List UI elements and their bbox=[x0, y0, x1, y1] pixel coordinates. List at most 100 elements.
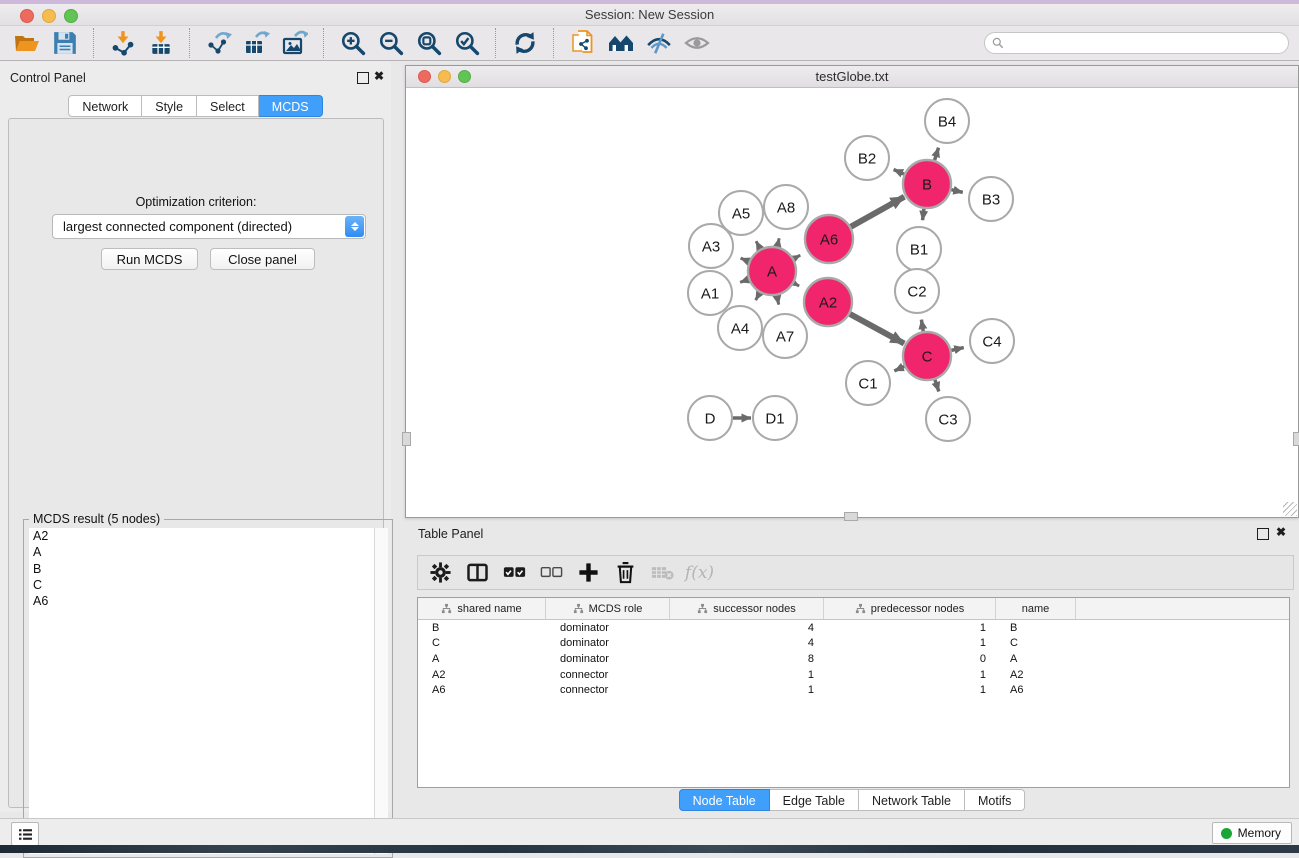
graph-node-B1[interactable]: B1 bbox=[897, 227, 941, 271]
column-header-predecessor-nodes[interactable]: predecessor nodes bbox=[824, 598, 996, 619]
edge-C-C2[interactable] bbox=[921, 320, 923, 332]
tab-node-table[interactable]: Node Table bbox=[679, 789, 770, 811]
cell-MCDS-role[interactable]: connector bbox=[546, 669, 670, 681]
cell-successor-nodes[interactable]: 4 bbox=[670, 637, 824, 649]
home-button[interactable] bbox=[602, 28, 640, 58]
optimization-select[interactable]: largest connected component (directed) bbox=[52, 214, 366, 239]
result-list-item[interactable]: A bbox=[29, 544, 388, 560]
cell-predecessor-nodes[interactable]: 0 bbox=[824, 653, 996, 665]
refresh-button[interactable] bbox=[506, 28, 544, 58]
graph-node-B2[interactable]: B2 bbox=[845, 136, 889, 180]
column-header-MCDS-role[interactable]: MCDS role bbox=[546, 598, 670, 619]
table-row[interactable]: Bdominator41B bbox=[418, 620, 1289, 636]
column-header-name[interactable]: name bbox=[996, 598, 1076, 619]
edge-A-A1[interactable] bbox=[740, 279, 748, 282]
cell-successor-nodes[interactable]: 8 bbox=[670, 653, 824, 665]
cell-MCDS-role[interactable]: dominator bbox=[546, 637, 670, 649]
zoom-in-button[interactable] bbox=[334, 28, 372, 58]
column-header-shared-name[interactable]: shared name bbox=[418, 598, 546, 619]
export-image-button[interactable] bbox=[276, 28, 314, 58]
split-view-button[interactable] bbox=[459, 558, 496, 587]
graph-node-A3[interactable]: A3 bbox=[689, 224, 733, 268]
cell-shared-name[interactable]: C bbox=[418, 637, 546, 649]
graph-node-C1[interactable]: C1 bbox=[846, 361, 890, 405]
zoom-fit-button[interactable] bbox=[410, 28, 448, 58]
edge-A-A8[interactable] bbox=[777, 238, 779, 246]
cell-MCDS-role[interactable]: connector bbox=[546, 684, 670, 696]
tab-edge-table[interactable]: Edge Table bbox=[770, 789, 859, 811]
graph-node-C4[interactable]: C4 bbox=[970, 319, 1014, 363]
result-list-item[interactable]: A2 bbox=[29, 528, 388, 544]
cell-successor-nodes[interactable]: 4 bbox=[670, 622, 824, 634]
edge-B-B3[interactable] bbox=[951, 190, 962, 193]
edge-C-C4[interactable] bbox=[951, 348, 963, 351]
hide-graphics-button[interactable] bbox=[640, 28, 678, 58]
result-list-item[interactable]: B bbox=[29, 561, 388, 577]
tab-mcds[interactable]: MCDS bbox=[259, 95, 323, 117]
graph-node-B3[interactable]: B3 bbox=[969, 177, 1013, 221]
column-header-successor-nodes[interactable]: successor nodes bbox=[670, 598, 824, 619]
cell-MCDS-role[interactable]: dominator bbox=[546, 622, 670, 634]
cell-shared-name[interactable]: A bbox=[418, 653, 546, 665]
run-mcds-button[interactable]: Run MCDS bbox=[101, 248, 198, 270]
cell-predecessor-nodes[interactable]: 1 bbox=[824, 669, 996, 681]
eye-disabled-button[interactable] bbox=[678, 28, 716, 58]
network-file-button[interactable] bbox=[564, 28, 602, 58]
open-session-button[interactable] bbox=[8, 28, 46, 58]
graph-node-A8[interactable]: A8 bbox=[764, 185, 808, 229]
edge-A2-C[interactable] bbox=[850, 314, 904, 344]
graph-node-C2[interactable]: C2 bbox=[895, 269, 939, 313]
graph-node-C3[interactable]: C3 bbox=[926, 397, 970, 441]
tab-select[interactable]: Select bbox=[197, 95, 259, 117]
save-session-button[interactable] bbox=[46, 28, 84, 58]
resize-grip-icon[interactable] bbox=[1283, 502, 1297, 516]
cell-predecessor-nodes[interactable]: 1 bbox=[824, 637, 996, 649]
edge-A6-B[interactable] bbox=[851, 197, 905, 227]
deselect-all-button[interactable] bbox=[533, 558, 570, 587]
cell-MCDS-role[interactable]: dominator bbox=[546, 653, 670, 665]
graph-node-A4[interactable]: A4 bbox=[718, 306, 762, 350]
cell-predecessor-nodes[interactable]: 1 bbox=[824, 622, 996, 634]
graph-node-A2[interactable]: A2 bbox=[804, 278, 852, 326]
select-all-button[interactable] bbox=[496, 558, 533, 587]
import-network-button[interactable] bbox=[104, 28, 142, 58]
edge-A-A3[interactable] bbox=[741, 258, 749, 261]
import-table-button[interactable] bbox=[142, 28, 180, 58]
edge-A-A4[interactable] bbox=[756, 293, 760, 300]
table-row[interactable]: Cdominator41C bbox=[418, 636, 1289, 652]
cell-predecessor-nodes[interactable]: 1 bbox=[824, 684, 996, 696]
cell-shared-name[interactable]: A2 bbox=[418, 669, 546, 681]
edge-A-A2[interactable] bbox=[794, 283, 799, 286]
zoom-selected-button[interactable] bbox=[448, 28, 486, 58]
edge-A-A7[interactable] bbox=[777, 296, 779, 305]
graph-canvas[interactable]: A5A8A3A1A4A7AA6A2B2B4BB3B1C2CC4C1C3DD1 bbox=[406, 87, 1296, 515]
cell-shared-name[interactable]: B bbox=[418, 622, 546, 634]
add-row-button[interactable] bbox=[570, 558, 607, 587]
zoom-out-button[interactable] bbox=[372, 28, 410, 58]
search-input[interactable] bbox=[1004, 36, 1288, 50]
cell-name[interactable]: A2 bbox=[996, 669, 1076, 681]
float-table-panel-icon[interactable] bbox=[1257, 528, 1269, 540]
edge-A-A6[interactable] bbox=[794, 255, 800, 259]
graph-node-A1[interactable]: A1 bbox=[688, 271, 732, 315]
edge-C-C1[interactable] bbox=[894, 366, 904, 371]
table-row[interactable]: Adominator80A bbox=[418, 651, 1289, 667]
task-history-button[interactable] bbox=[11, 822, 39, 846]
cell-successor-nodes[interactable]: 1 bbox=[670, 684, 824, 696]
export-table-button[interactable] bbox=[238, 28, 276, 58]
cell-shared-name[interactable]: A6 bbox=[418, 684, 546, 696]
graph-node-D[interactable]: D bbox=[688, 396, 732, 440]
graph-node-C[interactable]: C bbox=[903, 332, 951, 380]
gear-button[interactable] bbox=[422, 558, 459, 587]
edge-B-B4[interactable] bbox=[935, 148, 939, 160]
cell-name[interactable]: C bbox=[996, 637, 1076, 649]
edge-B-B2[interactable] bbox=[894, 170, 904, 175]
trash-button[interactable] bbox=[607, 558, 644, 587]
cell-name[interactable]: A6 bbox=[996, 684, 1076, 696]
result-list-item[interactable]: A6 bbox=[29, 593, 388, 609]
graph-node-B4[interactable]: B4 bbox=[925, 99, 969, 143]
tab-network-table[interactable]: Network Table bbox=[859, 789, 965, 811]
edge-B-B1[interactable] bbox=[923, 209, 924, 220]
table-row[interactable]: A6connector11A6 bbox=[418, 682, 1289, 698]
tab-style[interactable]: Style bbox=[142, 95, 197, 117]
